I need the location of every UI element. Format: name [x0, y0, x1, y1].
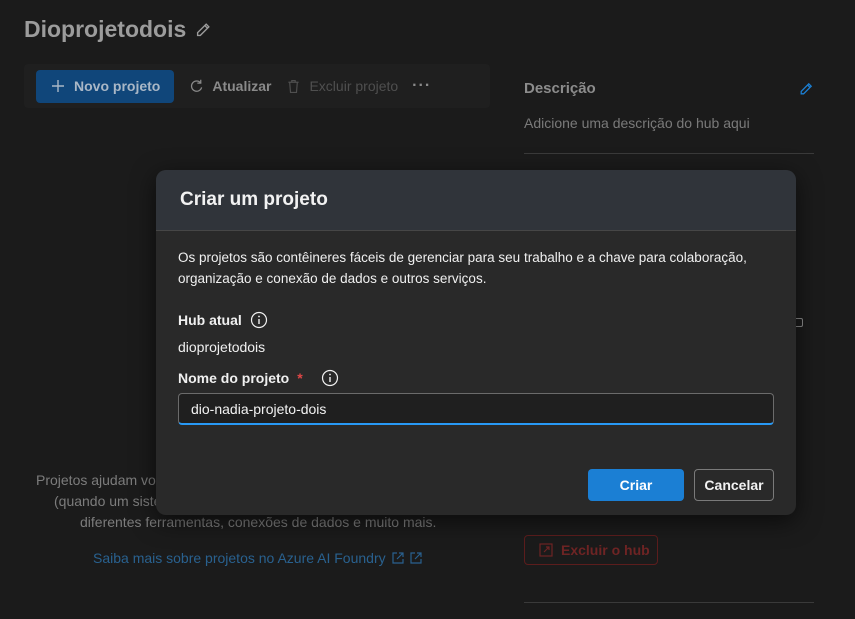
current-hub-label: Hub atual: [178, 312, 242, 328]
required-marker: *: [297, 370, 303, 386]
divider: [524, 602, 814, 603]
project-name-label: Nome do projeto: [178, 370, 290, 386]
refresh-label: Atualizar: [212, 78, 272, 94]
delete-hub-button[interactable]: Excluir o hub: [524, 535, 658, 565]
description-panel: Descrição Adicione uma descrição do hub …: [524, 80, 814, 154]
info-icon[interactable]: [250, 311, 268, 329]
dialog-title: Criar um projeto: [156, 170, 796, 231]
refresh-button[interactable]: Atualizar: [188, 78, 271, 95]
toolbar: Novo projeto Atualizar Excluir projeto ·…: [24, 64, 490, 108]
cancel-button[interactable]: Cancelar: [694, 469, 774, 501]
divider: [524, 153, 814, 154]
current-hub-label-row: Hub atual: [178, 311, 774, 329]
create-project-dialog: Criar um projeto Os projetos são contêin…: [156, 170, 796, 515]
delete-hub-label: Excluir o hub: [561, 542, 650, 558]
learn-more-link[interactable]: Saiba mais sobre projetos no Azure AI Fo…: [93, 550, 422, 566]
dialog-description: Os projetos são contêineres fáceis de ge…: [178, 250, 747, 286]
more-options-button[interactable]: ···: [412, 77, 431, 95]
current-hub-value: dioprojetodois: [178, 339, 266, 355]
page-title-text: Dioprojetodois: [24, 16, 187, 42]
learn-more-label: Saiba mais sobre projetos no Azure AI Fo…: [93, 550, 386, 566]
external-link-icon: [392, 552, 404, 564]
external-link-icon: [539, 543, 553, 557]
description-text: Adicione uma descrição do hub aqui: [524, 115, 750, 131]
info-icon[interactable]: [321, 369, 339, 387]
new-project-label: Novo projeto: [74, 78, 161, 94]
trash-icon: [288, 79, 300, 93]
edit-description-icon[interactable]: [798, 81, 814, 97]
delete-project-label: Excluir projeto: [309, 78, 399, 94]
page-title: Dioprojetodois: [24, 16, 212, 43]
project-name-label-row: Nome do projeto *: [178, 369, 774, 387]
pencil-icon[interactable]: [194, 21, 212, 39]
delete-project-button[interactable]: Excluir projeto: [285, 78, 398, 95]
create-button[interactable]: Criar: [588, 469, 684, 501]
description-title: Descrição: [524, 80, 596, 97]
projects-info-line-3: diferentes ferramentas, conexões de dado…: [80, 514, 437, 530]
new-project-button[interactable]: Novo projeto: [36, 69, 175, 103]
plus-icon: [52, 80, 64, 92]
external-link-icon: [410, 552, 422, 564]
project-name-input[interactable]: [178, 393, 774, 425]
refresh-icon: [191, 79, 203, 92]
